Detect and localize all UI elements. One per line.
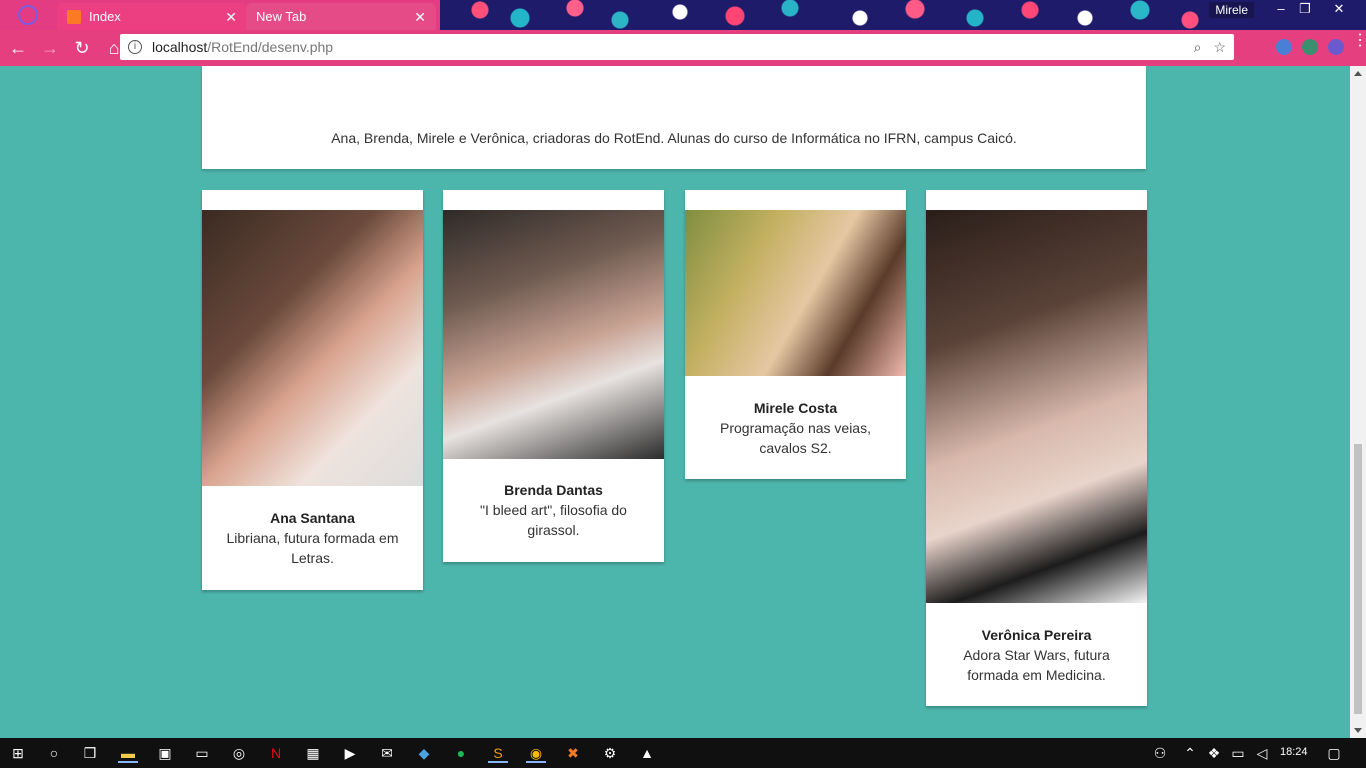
cortana-icon[interactable]: ○ — [44, 743, 64, 763]
netflix-icon[interactable]: N — [266, 743, 286, 763]
store-icon[interactable]: ▣ — [155, 743, 175, 763]
zoom-icon[interactable]: ⌕ — [1194, 39, 1202, 56]
extension-icon[interactable] — [1328, 39, 1344, 55]
member-photo — [443, 210, 664, 459]
member-description: Adora Star Wars, futura formada em Medic… — [963, 647, 1110, 683]
close-window-icon[interactable]: ✕ — [1324, 0, 1354, 18]
extension-icon[interactable] — [1276, 39, 1292, 55]
forward-icon[interactable]: → — [36, 38, 64, 59]
member-card: Verônica Pereira Adora Star Wars, futura… — [926, 190, 1147, 706]
member-photo — [202, 210, 423, 486]
tab-title: Index — [89, 9, 121, 24]
browser-toolbar: ← → ↻ ⌂ i localhost/RotEnd/desenv.php ⌕ … — [0, 30, 1366, 66]
video-editor-icon[interactable]: ▶ — [340, 743, 360, 763]
notification-icon[interactable]: ▢ — [1324, 743, 1344, 763]
url-host: localhost — [152, 39, 208, 55]
people-icon[interactable]: ⚇ — [1150, 743, 1170, 763]
member-name: Ana Santana — [270, 510, 355, 526]
member-photo — [685, 210, 906, 376]
battery-icon[interactable]: ▭ — [1228, 743, 1248, 763]
settings-icon[interactable]: ⚙ — [600, 743, 620, 763]
member-description: Programação nas veias, cavalos S2. — [720, 420, 871, 456]
tab-title: New Tab — [256, 9, 307, 24]
xampp-icon[interactable]: ✖ — [563, 743, 583, 763]
scroll-up-icon[interactable] — [1354, 71, 1362, 76]
member-card: Ana Santana Libriana, futura formada em … — [202, 190, 423, 590]
member-photo — [926, 210, 1147, 603]
sublime-icon[interactable]: S — [488, 743, 508, 763]
tab-new-tab[interactable]: New Tab ✕ — [246, 3, 436, 30]
clock[interactable]: 18:24 — [1280, 746, 1308, 758]
windows-taskbar: ⊞ ○ ❒ ▬ ▣ ▭ ◎ N ▦ ▶ ✉ ◆ ● S ◉ ✖ ⚙ ▲ ⚇ ⌃ … — [0, 738, 1366, 768]
spotify-icon[interactable]: ● — [451, 743, 471, 763]
browser-logo-icon — [18, 5, 38, 25]
member-name: Verônica Pereira — [981, 627, 1092, 643]
vertical-scrollbar[interactable] — [1350, 66, 1366, 738]
xampp-favicon-icon — [67, 9, 81, 24]
windows-start-icon[interactable]: ⊞ — [8, 743, 28, 763]
tray-chevron-icon[interactable]: ⌃ — [1180, 743, 1200, 763]
dropbox-icon[interactable]: ❖ — [1204, 743, 1224, 763]
star-icon[interactable]: ☆ — [1213, 39, 1226, 56]
member-description: Libriana, futura formada em Letras. — [226, 530, 399, 566]
intro-text: Ana, Brenda, Mirele e Verônica, criadora… — [331, 130, 1017, 146]
reload-icon[interactable]: ↻ — [68, 38, 96, 59]
browser-titlebar: Index ✕ New Tab ✕ Mirele – ❐ ✕ — [0, 0, 1366, 30]
tab-index[interactable]: Index ✕ — [57, 3, 247, 30]
calculator-icon[interactable]: ▦ — [303, 743, 323, 763]
cmd-icon[interactable]: ▭ — [192, 743, 212, 763]
back-icon[interactable]: ← — [4, 38, 32, 59]
member-card: Brenda Dantas "I bleed art", filosofia d… — [443, 190, 664, 562]
sql-icon[interactable]: ◆ — [414, 743, 434, 763]
member-card: Mirele Costa Programação nas veias, cava… — [685, 190, 906, 479]
media-icon[interactable]: ◎ — [229, 743, 249, 763]
scroll-thumb[interactable] — [1354, 444, 1362, 714]
scroll-down-icon[interactable] — [1354, 728, 1362, 733]
photos-icon[interactable]: ▲ — [637, 743, 657, 763]
profile-button[interactable]: Mirele — [1209, 2, 1254, 18]
intro-card: Ana, Brenda, Mirele e Verônica, criadora… — [202, 66, 1146, 169]
chrome-icon[interactable]: ◉ — [526, 743, 546, 763]
volume-icon[interactable]: ◁ — [1252, 743, 1272, 763]
file-explorer-icon[interactable]: ▬ — [118, 743, 138, 763]
mail-icon[interactable]: ✉ — [377, 743, 397, 763]
member-name: Mirele Costa — [753, 400, 838, 416]
tab-close-icon[interactable]: ✕ — [414, 10, 426, 24]
page-content: Ana, Brenda, Mirele e Verônica, criadora… — [0, 66, 1350, 738]
restore-icon[interactable]: ❐ — [1290, 0, 1320, 18]
member-description: "I bleed art", filosofia do girassol. — [480, 502, 627, 538]
extensions — [1276, 39, 1344, 55]
task-view-icon[interactable]: ❒ — [80, 743, 100, 763]
member-name: Brenda Dantas — [504, 482, 603, 498]
tab-close-icon[interactable]: ✕ — [225, 10, 237, 24]
url-path: /RotEnd/desenv.php — [207, 39, 334, 55]
info-icon[interactable]: i — [128, 40, 142, 54]
extension-icon[interactable] — [1302, 39, 1318, 55]
address-bar[interactable]: i localhost/RotEnd/desenv.php ⌕ ☆ — [120, 34, 1234, 60]
menu-icon[interactable]: ⋮ — [1352, 33, 1366, 49]
